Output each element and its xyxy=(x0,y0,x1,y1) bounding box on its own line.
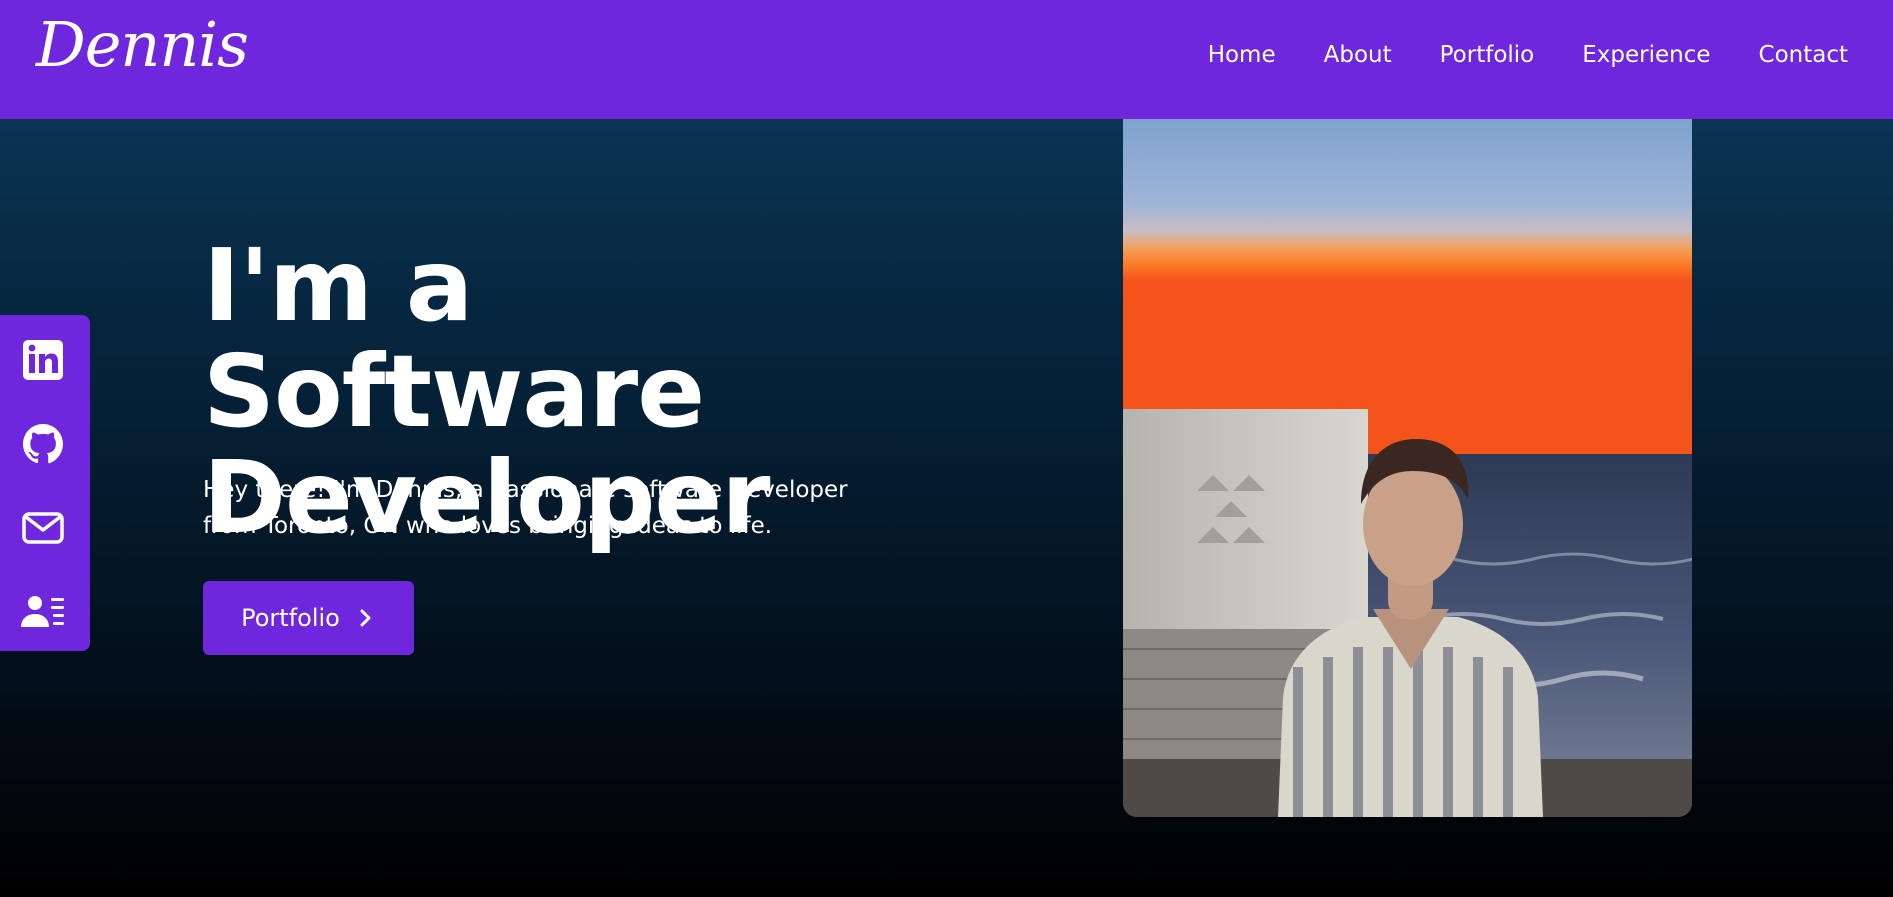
portfolio-button-label: Portfolio xyxy=(241,604,340,632)
mail-icon[interactable] xyxy=(20,505,66,551)
profile-photo xyxy=(1123,119,1692,817)
nav-link-about[interactable]: About xyxy=(1324,44,1392,67)
hero-title-line1: I'm a Software xyxy=(203,227,705,450)
nav-link-portfolio[interactable]: Portfolio xyxy=(1440,44,1535,67)
navbar: Dennis Home About Portfolio Experience C… xyxy=(0,0,1893,119)
hero-description: Hey there! I'm Dennis, a passionate soft… xyxy=(203,472,883,544)
resume-icon[interactable] xyxy=(20,589,66,635)
nav-link-contact[interactable]: Contact xyxy=(1759,44,1848,67)
hero-description-line1: Hey there! I'm Dennis, a passionate soft… xyxy=(203,477,848,503)
portfolio-page: Dennis Home About Portfolio Experience C… xyxy=(0,0,1893,897)
linkedin-icon[interactable] xyxy=(20,337,66,383)
logo[interactable]: Dennis xyxy=(36,8,249,82)
hero-description-line2: from Toronto, ON who loves bringing idea… xyxy=(203,513,773,539)
chevron-right-icon xyxy=(356,608,376,628)
nav-link-experience[interactable]: Experience xyxy=(1582,44,1710,67)
portfolio-button[interactable]: Portfolio xyxy=(203,581,414,655)
github-icon[interactable] xyxy=(20,421,66,467)
nav-links: Home About Portfolio Experience Contact xyxy=(1208,44,1848,67)
nav-link-home[interactable]: Home xyxy=(1208,44,1276,67)
social-sidebar xyxy=(0,315,90,651)
